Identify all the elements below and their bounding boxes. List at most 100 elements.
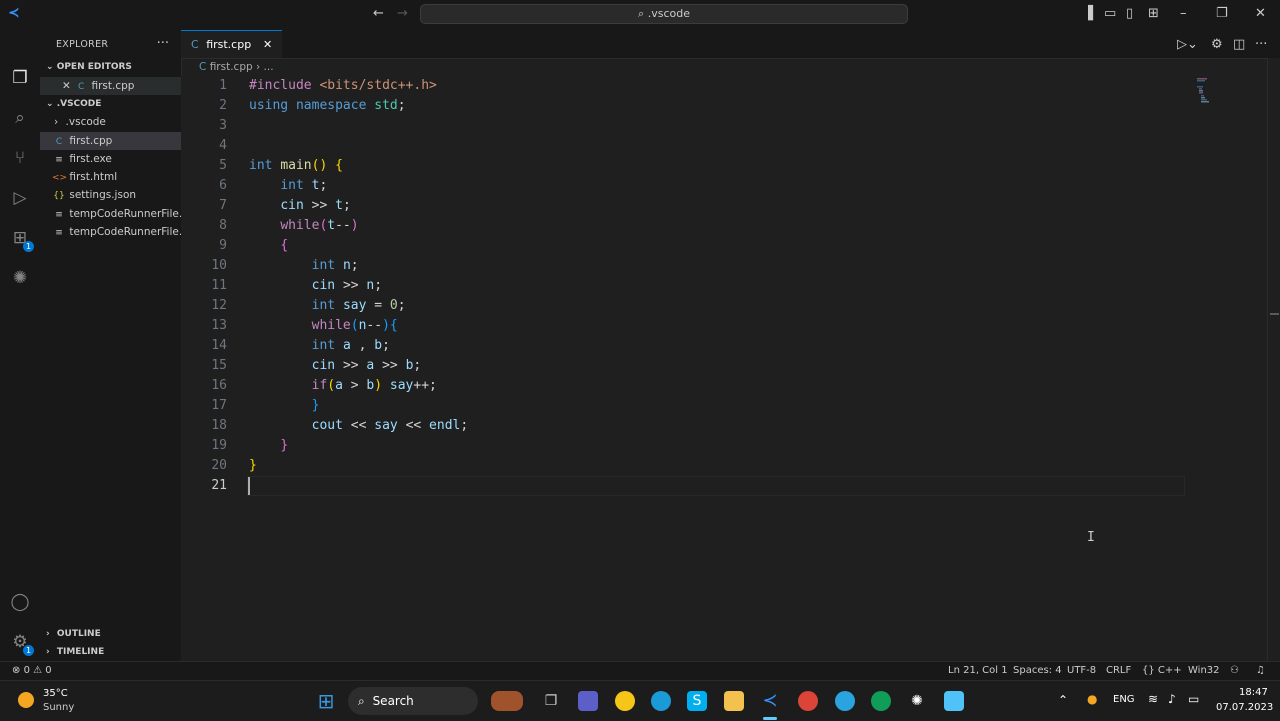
- code-line[interactable]: 14 int a , b;: [181, 336, 1191, 356]
- battery-icon[interactable]: ▭: [1188, 692, 1199, 706]
- show-hidden-icons[interactable]: ⌃: [1058, 693, 1068, 707]
- taskbar-search[interactable]: ⌕ Search: [348, 687, 478, 715]
- cpp-configuration[interactable]: Win32: [1188, 665, 1220, 676]
- problems-indicator[interactable]: ⊗ 0 ⚠ 0: [12, 665, 52, 676]
- source-control-icon[interactable]: ⑂: [8, 146, 32, 170]
- code-line[interactable]: 2 using namespace std;: [181, 96, 1191, 116]
- code-line[interactable]: 16 if(a > b) say++;: [181, 376, 1191, 396]
- wifi-icon[interactable]: ≋: [1148, 692, 1158, 706]
- code-line[interactable]: 5 int main() {: [181, 156, 1191, 176]
- code-line[interactable]: 12 int say = 0;: [181, 296, 1191, 316]
- telegram-icon[interactable]: [835, 691, 855, 711]
- command-center-search[interactable]: ⌕ .vscode: [420, 4, 908, 24]
- code-line[interactable]: 6 int t;: [181, 176, 1191, 196]
- file-item-first-cpp[interactable]: C first.cpp: [40, 132, 181, 150]
- code-line[interactable]: 19 }: [181, 436, 1191, 456]
- code-line[interactable]: 15 cin >> a >> b;: [181, 356, 1191, 376]
- end-of-line[interactable]: CRLF: [1106, 665, 1131, 676]
- search-icon[interactable]: ⌕: [8, 106, 32, 130]
- run-debug-icon[interactable]: ▷: [8, 186, 32, 210]
- code-line[interactable]: 7 cin >> t;: [181, 196, 1191, 216]
- chrome-profile-1-icon[interactable]: [798, 691, 818, 711]
- file-item-settings-json[interactable]: {} settings.json: [40, 186, 181, 204]
- notifications-bell-icon[interactable]: ♫: [1256, 665, 1265, 676]
- task-view-icon[interactable]: ❐: [541, 691, 561, 711]
- toggle-secondary-sidebar-icon[interactable]: ▯: [1126, 6, 1133, 21]
- breadcrumb-rest[interactable]: ...: [264, 61, 274, 73]
- windows-start-icon[interactable]: ⊞: [316, 691, 336, 711]
- clock-date[interactable]: 07.07.2023: [1216, 702, 1273, 713]
- teams-chat-icon[interactable]: [578, 691, 598, 711]
- chrome-profile-2-icon[interactable]: [871, 691, 891, 711]
- line-number: 10: [211, 258, 227, 273]
- clock-time[interactable]: 18:47: [1239, 687, 1268, 698]
- outline-header[interactable]: › OUTLINE: [46, 629, 101, 639]
- split-editor-icon[interactable]: ◫: [1233, 37, 1245, 52]
- toggle-panel-icon[interactable]: ▭: [1104, 6, 1116, 21]
- indentation[interactable]: Spaces: 4: [1013, 665, 1062, 676]
- code-line[interactable]: 20}: [181, 456, 1191, 476]
- close-window-icon[interactable]: ✕: [1255, 6, 1266, 21]
- vertical-scrollbar[interactable]: [1267, 58, 1280, 661]
- file-item-first-exe[interactable]: ≡ first.exe: [40, 150, 181, 168]
- code-text: while(n--){: [311, 318, 398, 333]
- tab-first-cpp[interactable]: C first.cpp ✕: [181, 30, 282, 58]
- more-actions-icon[interactable]: ···: [1255, 37, 1267, 52]
- accounts-icon[interactable]: ◯: [8, 590, 32, 614]
- code-editor[interactable]: 1 #include <bits/stdc++.h> 2 using namespac…: [181, 76, 1280, 661]
- code-line[interactable]: 18 cout << say << endl;: [181, 416, 1191, 436]
- close-editor-icon[interactable]: ✕: [40, 80, 71, 92]
- encoding[interactable]: UTF-8: [1067, 665, 1096, 676]
- code-line[interactable]: 11 cin >> n;: [181, 276, 1191, 296]
- more-actions-icon[interactable]: ···: [157, 36, 169, 51]
- explorer-icon[interactable]: ❐: [8, 66, 32, 90]
- code-line[interactable]: 1 #include <bits/stdc++.h>: [181, 76, 1191, 96]
- open-editor-item[interactable]: ✕ C first.cpp: [40, 77, 181, 95]
- openai-icon[interactable]: ✺: [8, 266, 32, 290]
- search-highlight-icon[interactable]: [491, 691, 523, 711]
- code-line[interactable]: 13 while(n--){: [181, 316, 1191, 336]
- extensions-icon[interactable]: ⊞ 1: [8, 226, 34, 252]
- cursor-position[interactable]: Ln 21, Col 1: [948, 665, 1008, 676]
- vscode-taskbar-icon[interactable]: ≺: [760, 691, 780, 711]
- volume-icon[interactable]: ♪: [1168, 692, 1176, 706]
- file-item-tempcoderunner-1[interactable]: ≡ tempCodeRunnerFile....: [40, 205, 181, 223]
- code-line[interactable]: 4: [181, 136, 1191, 156]
- file-item-tempcoderunner-2[interactable]: ≡ tempCodeRunnerFile....: [40, 223, 181, 241]
- file-item-vscode-folder[interactable]: › .vscode: [40, 113, 181, 131]
- copilot-icon[interactable]: ⚇: [1230, 665, 1239, 676]
- notepad-icon[interactable]: [944, 691, 964, 711]
- language-mode[interactable]: {} C++: [1142, 665, 1182, 676]
- back-arrow-icon[interactable]: ←: [373, 6, 384, 21]
- chatgpt-icon[interactable]: ✺: [907, 691, 927, 711]
- close-tab-icon[interactable]: ✕: [263, 31, 272, 58]
- code-line[interactable]: 10 int n;: [181, 256, 1191, 276]
- open-editors-header[interactable]: ⌄ OPEN EDITORS: [46, 62, 132, 72]
- file-explorer-icon[interactable]: [724, 691, 744, 711]
- restore-icon[interactable]: ❐: [1216, 6, 1228, 21]
- minimap[interactable]: [1195, 78, 1215, 104]
- settings-gear-icon[interactable]: ⚙: [1211, 37, 1223, 52]
- file-item-first-html[interactable]: <> first.html: [40, 168, 181, 186]
- weather-widget[interactable]: 35°C Sunny: [16, 686, 96, 716]
- skype-icon[interactable]: S: [687, 691, 707, 711]
- code-line[interactable]: 8 while(t--): [181, 216, 1191, 236]
- chrome-canary-icon[interactable]: [615, 691, 635, 711]
- breadcrumb-file[interactable]: first.cpp: [210, 61, 253, 73]
- code-line[interactable]: 9 {: [181, 236, 1191, 256]
- code-line[interactable]: 17 }: [181, 396, 1191, 416]
- input-language[interactable]: ENG: [1113, 694, 1135, 705]
- timeline-header[interactable]: › TIMELINE: [46, 647, 104, 657]
- manage-gear-icon[interactable]: ⚙ 1: [8, 630, 34, 656]
- minimize-icon[interactable]: –: [1180, 6, 1187, 21]
- code-line[interactable]: 3: [181, 116, 1191, 136]
- extensions-badge: 1: [23, 241, 34, 252]
- folder-header[interactable]: ⌄ .VSCODE: [46, 99, 101, 109]
- customize-layout-icon[interactable]: ⊞: [1148, 6, 1159, 21]
- run-code-icon[interactable]: ▷⌄: [1177, 37, 1198, 52]
- toggle-sidebar-icon[interactable]: ▐: [1083, 6, 1093, 21]
- cpp-file-icon: C: [199, 61, 207, 73]
- microphone-icon[interactable]: ●: [1087, 692, 1097, 706]
- forward-arrow-icon[interactable]: →: [397, 6, 408, 21]
- edge-browser-icon[interactable]: [651, 691, 671, 711]
